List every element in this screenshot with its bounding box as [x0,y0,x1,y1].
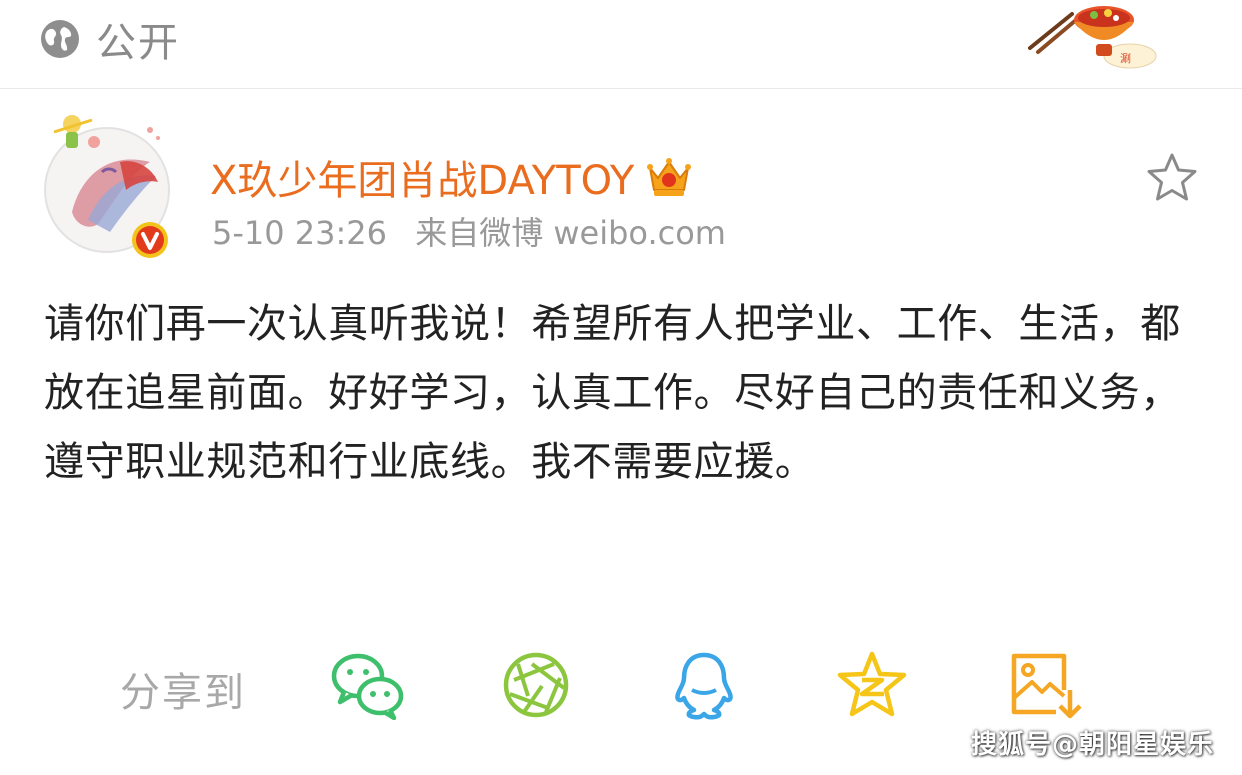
moments-icon[interactable] [498,650,574,720]
weibo-post-screen: 公开 涮 X玖少年团肖战DAYTOY 5-10 23:26 来自微博 weibo… [0,0,1242,775]
avatar[interactable] [32,102,182,262]
crown-vip-icon[interactable] [644,154,694,200]
visibility-label: 公开 [96,20,180,66]
post-meta: 5-10 23:26 来自微博 weibo.com [212,208,744,254]
share-label: 分享到 [120,670,246,716]
share-row: 分享到 [0,640,1242,730]
save-image-icon[interactable] [1006,650,1082,720]
author-name[interactable]: X玖少年团肖战DAYTOY [210,148,634,206]
visibility-indicator[interactable]: 公开 [38,14,180,66]
qzone-star-icon[interactable] [834,650,910,720]
author-row: X玖少年团肖战DAYTOY [210,148,694,206]
verified-v-icon [132,222,168,258]
qq-icon[interactable] [666,650,742,720]
post-body-text: 请你们再一次认真听我说！希望所有人把学业、工作、生活，都放在追星前面。好好学习，… [44,301,1181,485]
globe-icon [41,20,79,58]
post-timestamp: 5-10 23:26 [212,214,388,252]
favorite-star-button[interactable] [1144,150,1200,206]
top-bar: 公开 涮 [0,0,1242,89]
watermark: 搜狐号@朝阳星娱乐 [970,730,1214,760]
post-source: 来自微博 weibo.com [415,214,726,252]
hotpot-decoration-icon: 涮 [1028,6,1157,69]
svg-text:涮: 涮 [1120,52,1131,65]
wechat-icon[interactable] [330,650,406,720]
